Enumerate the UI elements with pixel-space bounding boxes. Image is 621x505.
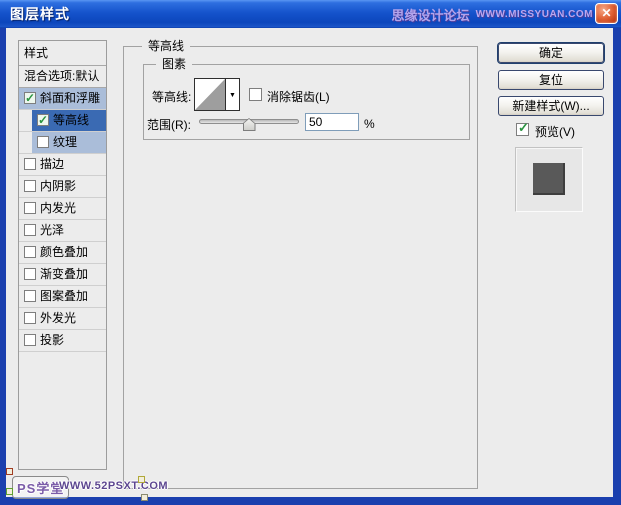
- indent-spacer: [19, 110, 32, 131]
- contour-picker-label: 等高线:: [152, 90, 192, 104]
- watermark-handle-icon: [141, 494, 148, 501]
- style-item-checkbox[interactable]: [24, 224, 36, 236]
- style-item-label: 渐变叠加: [40, 267, 89, 281]
- style-item-checkbox[interactable]: [24, 88, 36, 109]
- titlebar-watermark: 思缘设计论坛 WWW.MISSYUAN.COM: [392, 0, 593, 28]
- style-item-5[interactable]: 内发光: [19, 198, 106, 220]
- watermark-handle-icon: [138, 476, 145, 483]
- style-item-label: 光泽: [40, 223, 65, 237]
- contour-picker[interactable]: ▼: [194, 78, 240, 111]
- ps-school-watermark-url: WWW.52PSXT.COM: [59, 480, 169, 492]
- style-item-checkbox[interactable]: [24, 268, 36, 280]
- style-item-checkbox[interactable]: [24, 290, 36, 302]
- style-item-label: 描边: [40, 157, 65, 171]
- style-item-9[interactable]: 图案叠加: [19, 286, 106, 308]
- style-item-label: 等高线: [53, 113, 90, 127]
- style-item-label: 纹理: [53, 135, 78, 149]
- styles-header-label: 样式: [24, 46, 49, 60]
- style-item-label: 颜色叠加: [40, 245, 89, 259]
- style-item-0[interactable]: 斜面和浮雕: [19, 88, 106, 110]
- style-item-checkbox[interactable]: [37, 136, 49, 148]
- elements-group-title: 图素: [156, 57, 193, 72]
- range-unit-label: %: [364, 117, 375, 131]
- antialias-checkbox[interactable]: [249, 88, 262, 101]
- style-item-label: 外发光: [40, 311, 77, 325]
- style-item-checkbox[interactable]: [24, 202, 36, 214]
- style-item-label: 内阴影: [40, 179, 77, 193]
- style-item-10[interactable]: 外发光: [19, 308, 106, 330]
- style-item-checkbox[interactable]: [24, 246, 36, 258]
- style-item-1[interactable]: 等高线: [19, 110, 106, 132]
- reset-button[interactable]: 复位: [498, 70, 604, 90]
- style-item-2[interactable]: 纹理: [19, 132, 106, 154]
- style-item-checkbox[interactable]: [24, 312, 36, 324]
- elements-group: 图素 等高线: ▼ 消除锯齿(L) 范围(R): %: [143, 57, 470, 140]
- layer-style-dialog: 图层样式 思缘设计论坛 WWW.MISSYUAN.COM ✕ 样式 混合选项:默…: [0, 0, 621, 505]
- contour-section: 等高线 图素 等高线: ▼ 消除锯齿(L) 范围(R): %: [123, 39, 478, 489]
- range-value-input[interactable]: [305, 113, 359, 131]
- style-item-checkbox[interactable]: [24, 334, 36, 346]
- style-item-6[interactable]: 光泽: [19, 220, 106, 242]
- ok-button[interactable]: 确定: [498, 43, 604, 63]
- contour-thumbnail[interactable]: [194, 78, 226, 111]
- styles-header[interactable]: 样式: [19, 41, 106, 66]
- blending-options-item[interactable]: 混合选项:默认: [19, 66, 106, 88]
- style-item-7[interactable]: 颜色叠加: [19, 242, 106, 264]
- style-item-4[interactable]: 内阴影: [19, 176, 106, 198]
- style-item-checkbox[interactable]: [37, 110, 49, 131]
- watermark-handle-icon: [6, 488, 13, 495]
- preview-swatch: [533, 163, 565, 195]
- preview-label: 预览(V): [535, 125, 575, 139]
- range-label: 范围(R):: [147, 118, 191, 132]
- antialias-label: 消除锯齿(L): [267, 90, 330, 104]
- style-item-checkbox[interactable]: [24, 180, 36, 192]
- preview-checkbox[interactable]: [516, 120, 529, 136]
- style-item-11[interactable]: 投影: [19, 330, 106, 352]
- style-item-label: 投影: [40, 333, 65, 347]
- style-item-3[interactable]: 描边: [19, 154, 106, 176]
- close-icon[interactable]: ✕: [595, 3, 618, 24]
- style-item-8[interactable]: 渐变叠加: [19, 264, 106, 286]
- style-item-label: 内发光: [40, 201, 77, 215]
- blending-options-label: 混合选项:默认: [24, 69, 100, 83]
- contour-curve-shape: [195, 79, 225, 110]
- forum-watermark-text: 思缘设计论坛: [391, 7, 470, 23]
- dialog-title: 图层样式: [10, 6, 70, 22]
- contour-section-title: 等高线: [142, 39, 191, 54]
- indent-spacer: [19, 132, 32, 153]
- style-item-checkbox[interactable]: [24, 158, 36, 170]
- style-item-label: 图案叠加: [40, 289, 89, 303]
- style-items: 斜面和浮雕等高线纹理描边内阴影内发光光泽颜色叠加渐变叠加图案叠加外发光投影: [19, 88, 106, 352]
- styles-list: 样式 混合选项:默认 斜面和浮雕等高线纹理描边内阴影内发光光泽颜色叠加渐变叠加图…: [18, 40, 107, 470]
- dialog-body: 样式 混合选项:默认 斜面和浮雕等高线纹理描边内阴影内发光光泽颜色叠加渐变叠加图…: [6, 28, 613, 501]
- watermark-handle-icon: [6, 468, 13, 475]
- new-style-button[interactable]: 新建样式(W)...: [498, 96, 604, 116]
- style-item-label: 斜面和浮雕: [40, 91, 101, 105]
- forum-watermark-url: WWW.MISSYUAN.COM: [475, 8, 593, 20]
- titlebar[interactable]: 图层样式 思缘设计论坛 WWW.MISSYUAN.COM ✕: [0, 0, 621, 28]
- preview-swatch-well: [515, 147, 583, 212]
- chevron-down-icon[interactable]: ▼: [226, 78, 240, 111]
